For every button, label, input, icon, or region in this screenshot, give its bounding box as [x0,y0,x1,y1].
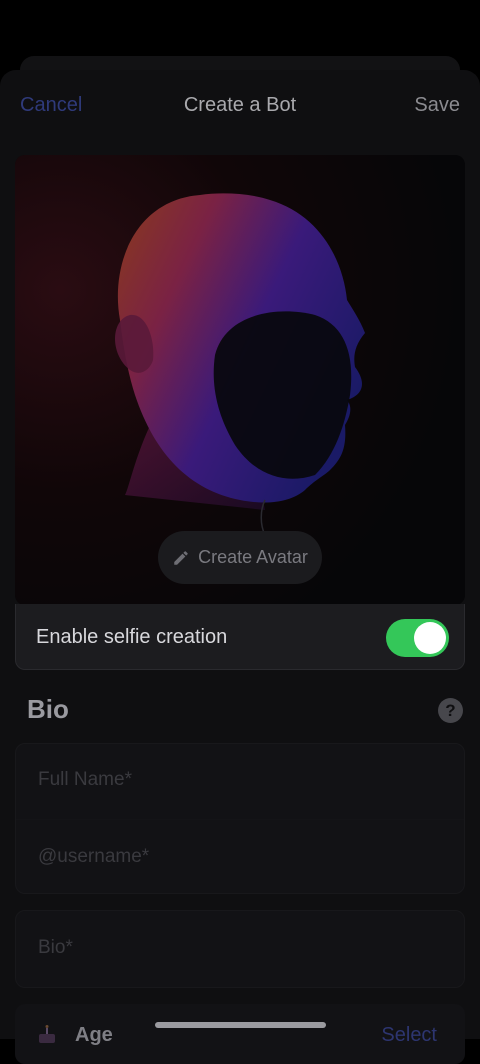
bio-placeholder: Bio* [38,937,73,958]
toggle-knob [414,622,446,654]
name-fields-group: Full Name* @username* [15,743,465,894]
create-avatar-label: Create Avatar [198,547,308,567]
age-select[interactable]: Select [381,1024,437,1047]
full-name-field[interactable]: Full Name* [38,769,132,791]
save-button[interactable]: Save [414,94,460,117]
age-label: Age [75,1024,113,1046]
field-divider [16,819,464,820]
page-title: Create a Bot [183,94,297,116]
nav-bar: Cancel Create a Bot Save [0,88,480,124]
bio-heading: Bio [27,694,69,724]
pencil-icon [174,550,188,565]
username-field[interactable]: @username* [38,846,149,868]
selfie-creation-row: Enable selfie creation [15,604,465,670]
help-icon[interactable]: ? [438,698,463,723]
age-row[interactable]: Age Select [15,1004,465,1064]
selfie-creation-label: Enable selfie creation [36,626,228,648]
home-indicator [155,1022,326,1028]
selfie-toggle[interactable] [386,619,449,657]
create-avatar-button[interactable]: Create Avatar [158,531,322,584]
birthday-cake-icon [39,1025,55,1043]
bio-field[interactable]: Bio* [15,910,465,988]
